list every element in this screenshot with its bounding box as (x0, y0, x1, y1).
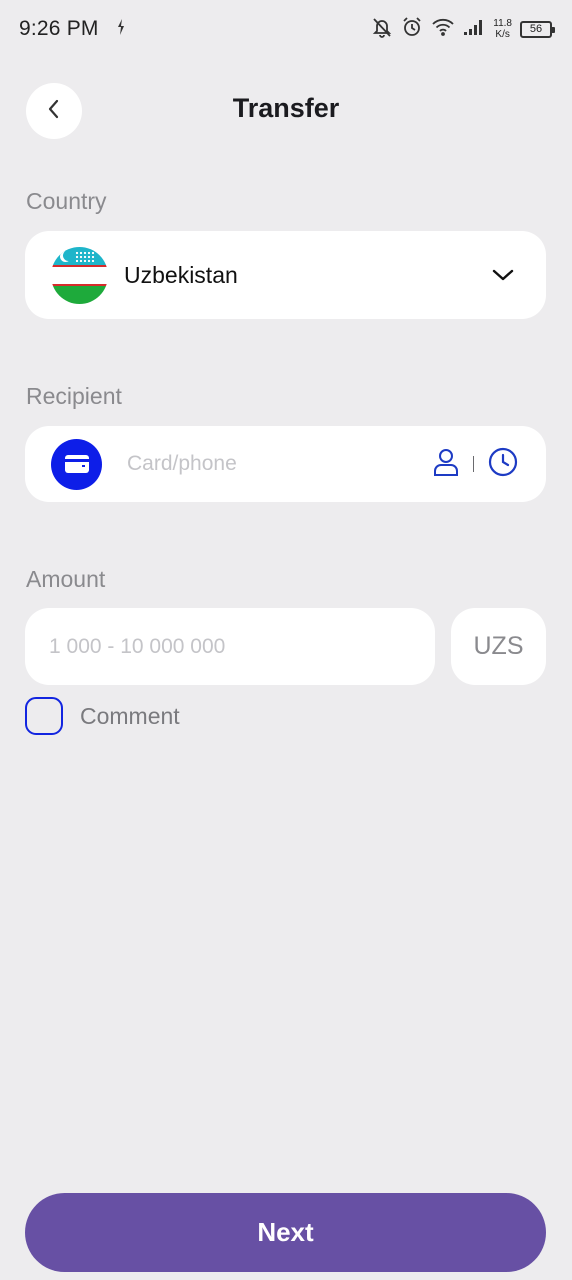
battery-icon: 56 (520, 20, 555, 38)
sync-icon (115, 18, 127, 41)
country-selector[interactable]: Uzbekistan (25, 231, 546, 319)
speed-unit: K/s (495, 29, 510, 40)
signal-icon (463, 18, 485, 41)
icon-divider (472, 456, 474, 472)
contacts-icon[interactable] (433, 447, 459, 482)
next-button[interactable]: Next (25, 1193, 546, 1272)
uzbekistan-flag-icon (51, 246, 108, 304)
country-name: Uzbekistan (124, 261, 238, 288)
status-time: 9:26 PM (19, 17, 99, 40)
recipient-input[interactable] (127, 452, 433, 476)
amount-input[interactable] (49, 634, 411, 659)
transfer-screen: 9:26 PM 11.8 K/s 56 Transfer Country Uzb… (0, 0, 572, 1280)
comment-toggle[interactable]: Comment (25, 697, 180, 735)
country-label: Country (26, 188, 107, 214)
speed-value: 11.8 (493, 18, 512, 29)
amount-label: Amount (26, 566, 106, 592)
recipient-label: Recipient (26, 383, 122, 409)
recipient-field (25, 426, 546, 502)
network-speed: 11.8 K/s (493, 18, 512, 40)
wifi-icon (431, 17, 455, 42)
wallet-card-icon (51, 438, 102, 490)
chevron-down-icon (492, 264, 514, 286)
currency-selector[interactable]: UZS (451, 608, 546, 685)
comment-checkbox[interactable] (25, 697, 63, 735)
history-clock-icon[interactable] (488, 447, 518, 482)
battery-level: 56 (529, 23, 543, 35)
bell-off-icon (371, 16, 393, 43)
comment-label: Comment (80, 702, 180, 729)
alarm-icon (401, 16, 423, 43)
status-bar: 9:26 PM 11.8 K/s 56 (0, 0, 572, 58)
page-title: Transfer (232, 93, 340, 123)
amount-field (25, 608, 435, 685)
